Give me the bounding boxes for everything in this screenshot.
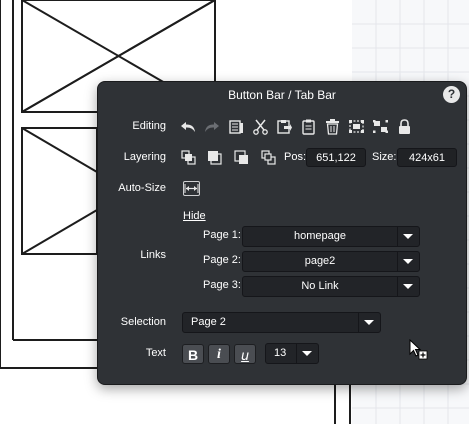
chevron-down-icon[interactable] xyxy=(358,313,380,332)
ungroup-icon[interactable] xyxy=(372,118,389,135)
group-icon[interactable] xyxy=(348,118,365,135)
delete-icon[interactable] xyxy=(324,118,341,135)
chevron-down-icon[interactable] xyxy=(397,277,419,296)
lock-icon[interactable] xyxy=(396,118,413,135)
page1-link-select[interactable]: homepage xyxy=(242,226,420,247)
position-field[interactable]: 651,122 xyxy=(306,148,366,167)
page1-label: Page 1: xyxy=(203,229,241,241)
clipboard-icon[interactable] xyxy=(300,118,317,135)
copy-icon[interactable] xyxy=(228,118,245,135)
help-button[interactable]: ? xyxy=(443,86,460,103)
send-backward-icon[interactable] xyxy=(233,149,250,166)
text-label: Text xyxy=(145,347,166,359)
chevron-down-icon[interactable] xyxy=(397,227,419,246)
page3-link-select[interactable]: No Link xyxy=(242,276,420,297)
autosize-toggle[interactable] xyxy=(183,181,200,196)
redo-icon[interactable] xyxy=(203,118,220,135)
chevron-down-icon[interactable] xyxy=(397,252,419,271)
selection-value: Page 2 xyxy=(191,316,226,328)
size-label: Size: xyxy=(372,151,397,163)
position-label: Pos: xyxy=(284,151,307,163)
page3-label: Page 3: xyxy=(203,279,241,291)
layering-label: Layering xyxy=(123,151,166,163)
paste-icon[interactable] xyxy=(276,118,293,135)
size-field[interactable]: 424x61 xyxy=(397,148,457,167)
bring-to-front-icon[interactable] xyxy=(180,149,197,166)
bring-forward-icon[interactable] xyxy=(206,149,223,166)
panel-title: Button Bar / Tab Bar xyxy=(228,88,336,102)
undo-icon[interactable] xyxy=(180,118,197,135)
editing-label: Editing xyxy=(132,120,166,132)
selection-label: Selection xyxy=(120,316,166,328)
autosize-label: Auto-Size xyxy=(118,182,166,194)
hide-links-link[interactable]: Hide xyxy=(183,210,206,222)
links-label: Links xyxy=(140,249,166,261)
page2-link-value: page2 xyxy=(304,255,336,267)
resize-horizontal-icon xyxy=(184,184,199,193)
page1-link-value: homepage xyxy=(294,230,346,242)
font-size-select[interactable]: 13 xyxy=(265,343,319,364)
selection-select[interactable]: Page 2 xyxy=(182,312,381,333)
send-to-back-icon[interactable] xyxy=(260,149,277,166)
page2-link-select[interactable]: page2 xyxy=(242,251,420,272)
chevron-down-icon[interactable] xyxy=(296,344,318,363)
italic-button[interactable]: i xyxy=(208,344,230,364)
page2-label: Page 2: xyxy=(203,254,241,266)
cut-icon[interactable] xyxy=(252,118,269,135)
cursor-icon xyxy=(409,339,428,360)
font-size-value: 13 xyxy=(274,347,287,359)
bold-button[interactable]: B xyxy=(182,344,204,364)
underline-button[interactable]: u xyxy=(234,344,256,364)
page3-link-value: No Link xyxy=(301,280,339,292)
